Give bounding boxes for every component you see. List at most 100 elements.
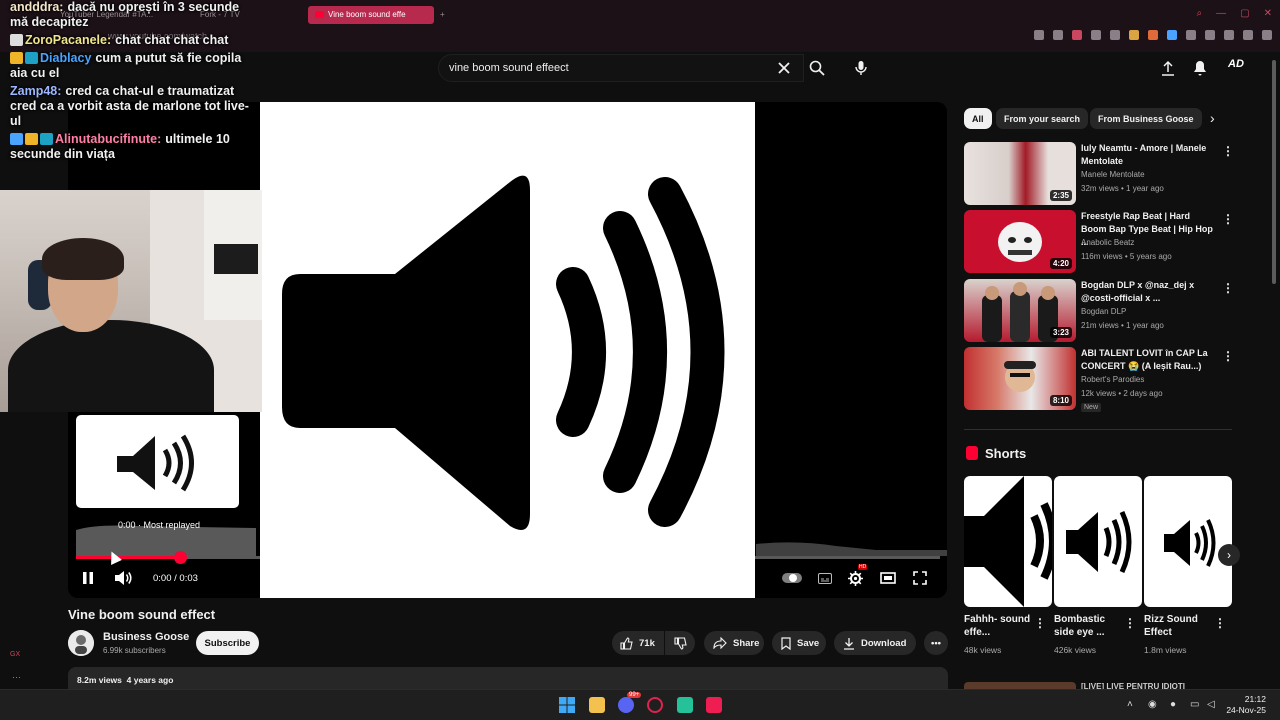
subtitles-button[interactable] [818, 569, 832, 587]
dislike-button[interactable] [665, 631, 695, 655]
like-count: 71k [639, 637, 655, 649]
new-tab-button[interactable]: + [440, 6, 445, 24]
fullscreen-button[interactable] [913, 569, 931, 587]
scrollbar[interactable] [1272, 60, 1276, 284]
video-thumbnail[interactable]: 2:35 [964, 142, 1076, 205]
short-title[interactable]: Bombastic side eye ... [1054, 613, 1126, 639]
settings-button[interactable] [848, 569, 866, 587]
volume-icon[interactable]: ◁ [1207, 699, 1215, 710]
progress-bar[interactable] [76, 551, 940, 564]
short-item[interactable]: Bombastic side eye ... 426k views ⋮ [1054, 476, 1142, 655]
more-vertical-icon[interactable]: ⋮ [1034, 616, 1046, 630]
video-thumbnail[interactable]: 4:20 [964, 210, 1076, 273]
chip-from-business-goose[interactable]: From Business Goose [1090, 108, 1202, 129]
more-actions-button[interactable]: ••• [924, 631, 948, 655]
microphone-icon[interactable]: ● [1170, 699, 1176, 710]
subscribe-button[interactable]: Subscribe [196, 631, 259, 655]
screenshot-icon[interactable] [1053, 30, 1063, 40]
search-icon[interactable] [805, 56, 829, 80]
video-title[interactable]: ABI TALENT LOVIT în CAP La CONCERT 😭 (A … [1081, 347, 1216, 373]
channel-avatar[interactable] [68, 630, 94, 656]
chevron-right-icon[interactable]: › [1218, 544, 1240, 566]
volume-button[interactable] [114, 569, 134, 587]
extension-icon[interactable] [1129, 30, 1139, 40]
maximize-icon[interactable]: ▢ [1240, 8, 1249, 19]
more-horizontal-icon[interactable]: ··· [12, 672, 21, 682]
chevron-up-icon[interactable]: ˄ [1127, 699, 1133, 710]
account-avatar[interactable]: AD [1228, 58, 1250, 78]
system-clock[interactable]: 21:12 24-Nov-25 [1226, 694, 1266, 716]
upload-icon[interactable] [1156, 56, 1180, 80]
video-thumbnail[interactable]: 3:23 [964, 279, 1076, 342]
video-meta: 32m views • 1 year ago [1081, 184, 1164, 193]
opera-gx-icon[interactable] [647, 697, 663, 713]
short-views: 48k views [964, 645, 1002, 655]
close-icon[interactable]: ✕ [1264, 8, 1272, 19]
channel-name[interactable]: Business Goose [103, 631, 189, 643]
tab-vine-boom[interactable]: Vine boom sound effe [308, 6, 434, 24]
short-thumbnail[interactable] [1054, 476, 1142, 607]
bookmark-icon[interactable] [1034, 30, 1044, 40]
chip-from-your-search[interactable]: From your search [996, 108, 1089, 129]
short-thumbnail[interactable] [964, 476, 1052, 607]
download-icon[interactable] [1243, 30, 1253, 40]
whatsapp-icon[interactable] [677, 697, 693, 713]
channel-name[interactable]: Robert's Parodies [1081, 375, 1144, 384]
video-title[interactable]: Iuly Neamtu - Amore | Manele Mentolate [1081, 142, 1216, 168]
recommendation-item[interactable]: 3:23 Bogdan DLP x @naz_dej x @costi-offi… [964, 279, 1234, 343]
profile-icon[interactable] [1224, 30, 1234, 40]
save-button[interactable]: Save [772, 631, 826, 655]
search-icon[interactable]: ⌕ [1197, 8, 1203, 19]
discord-tray-icon[interactable]: ◉ [1148, 699, 1157, 710]
more-vertical-icon[interactable]: ⋮ [1222, 281, 1234, 295]
extension-icon[interactable] [1167, 30, 1177, 40]
theater-mode-button[interactable] [880, 569, 898, 587]
channel-name[interactable]: Anabolic Beatz [1081, 238, 1134, 247]
discord-icon[interactable] [618, 697, 634, 713]
short-item[interactable]: Rizz Sound Effect 1.8m views ⋮ [1144, 476, 1232, 655]
network-icon[interactable]: ▭ [1190, 699, 1199, 710]
video-thumbnail[interactable]: 8:10 [964, 347, 1076, 410]
recommendation-item[interactable]: 2:35 Iuly Neamtu - Amore | Manele Mentol… [964, 142, 1234, 206]
chevron-right-icon[interactable]: › [1210, 110, 1215, 126]
autoplay-toggle[interactable] [782, 569, 804, 587]
scrubber-handle[interactable] [173, 551, 187, 564]
microphone-icon[interactable] [849, 56, 873, 80]
short-item[interactable]: Fahhh- sound effe... 48k views ⋮ [964, 476, 1052, 655]
file-explorer-icon[interactable] [589, 697, 605, 713]
more-vertical-icon[interactable]: ⋮ [1124, 616, 1136, 630]
extension-icon[interactable] [1148, 30, 1158, 40]
chat-message: Diablacy cum a putut să fie copila aia cu… [10, 51, 260, 81]
notifications-bell-icon[interactable] [1188, 56, 1212, 80]
menu-icon[interactable] [1262, 30, 1272, 40]
clear-search-icon[interactable] [772, 56, 796, 80]
more-vertical-icon[interactable]: ⋮ [1222, 144, 1234, 158]
channel-name[interactable]: Bogdan DLP [1081, 307, 1126, 316]
recommendation-item[interactable]: 4:20 Freestyle Rap Beat | Hard Boom Bap … [964, 210, 1234, 274]
recommendation-item[interactable]: 8:10 ABI TALENT LOVIT în CAP La CONCERT … [964, 347, 1234, 412]
channel-name[interactable]: Manele Mentolate [1081, 170, 1145, 179]
share-button[interactable]: Share [704, 631, 764, 655]
search-bar[interactable]: vine boom sound effeect [438, 54, 804, 82]
short-title[interactable]: Rizz Sound Effect [1144, 613, 1216, 639]
tiktok-icon[interactable] [706, 697, 722, 713]
short-title[interactable]: Fahhh- sound effe... [964, 613, 1036, 639]
more-vertical-icon[interactable]: ⋮ [1214, 616, 1226, 630]
heart-icon[interactable] [1110, 30, 1120, 40]
minimize-icon[interactable]: — [1216, 8, 1226, 19]
description-box[interactable]: 8.2m views 4 years ago [68, 667, 948, 689]
shield-icon[interactable] [1072, 30, 1082, 40]
pause-button[interactable] [82, 569, 98, 587]
download-button[interactable]: Download [834, 631, 916, 655]
windows-start-icon[interactable] [559, 697, 575, 713]
chip-all[interactable]: All [964, 108, 992, 129]
video-title[interactable]: Bogdan DLP x @naz_dej x @costi-official … [1081, 279, 1216, 305]
extension-icon[interactable] [1186, 30, 1196, 40]
puzzle-icon[interactable] [1205, 30, 1215, 40]
more-vertical-icon[interactable]: ⋮ [1222, 349, 1234, 363]
short-thumbnail[interactable] [1144, 476, 1232, 607]
like-button[interactable]: 71k [612, 631, 664, 655]
search-input[interactable]: vine boom sound effeect [449, 62, 569, 74]
more-vertical-icon[interactable]: ⋮ [1222, 212, 1234, 226]
play-icon[interactable] [1091, 30, 1101, 40]
